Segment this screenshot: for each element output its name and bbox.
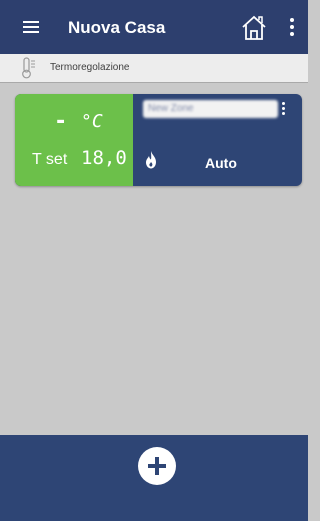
setpoint-value: 18,0 (81, 147, 127, 169)
zone-name-field[interactable]: New Zone (143, 100, 278, 118)
page-title: Nuova Casa (68, 18, 166, 37)
more-vert-icon[interactable] (290, 18, 294, 36)
current-temperature: - (54, 109, 69, 134)
section-header: Termoregolazione (0, 54, 308, 83)
thermometer-icon (21, 57, 37, 79)
app-toolbar: Nuova Casa (0, 0, 308, 54)
zone-status-panel[interactable]: - °C T set 18,0 (15, 94, 133, 186)
bottom-bar (0, 435, 308, 521)
flame-icon (144, 150, 158, 170)
zone-card[interactable]: - °C T set 18,0 New Zone Auto (15, 94, 302, 186)
hamburger-menu-icon[interactable] (23, 21, 39, 33)
setpoint-label: T set (32, 151, 68, 168)
temperature-unit: °C (81, 111, 103, 132)
home-icon[interactable] (240, 14, 268, 42)
mode-label[interactable]: Auto (205, 155, 237, 171)
zone-more-icon[interactable] (281, 102, 285, 118)
section-label: Termoregolazione (50, 62, 130, 73)
add-zone-button[interactable] (138, 447, 176, 485)
plus-icon (148, 457, 166, 475)
zones-list: - °C T set 18,0 New Zone Auto (0, 83, 308, 435)
